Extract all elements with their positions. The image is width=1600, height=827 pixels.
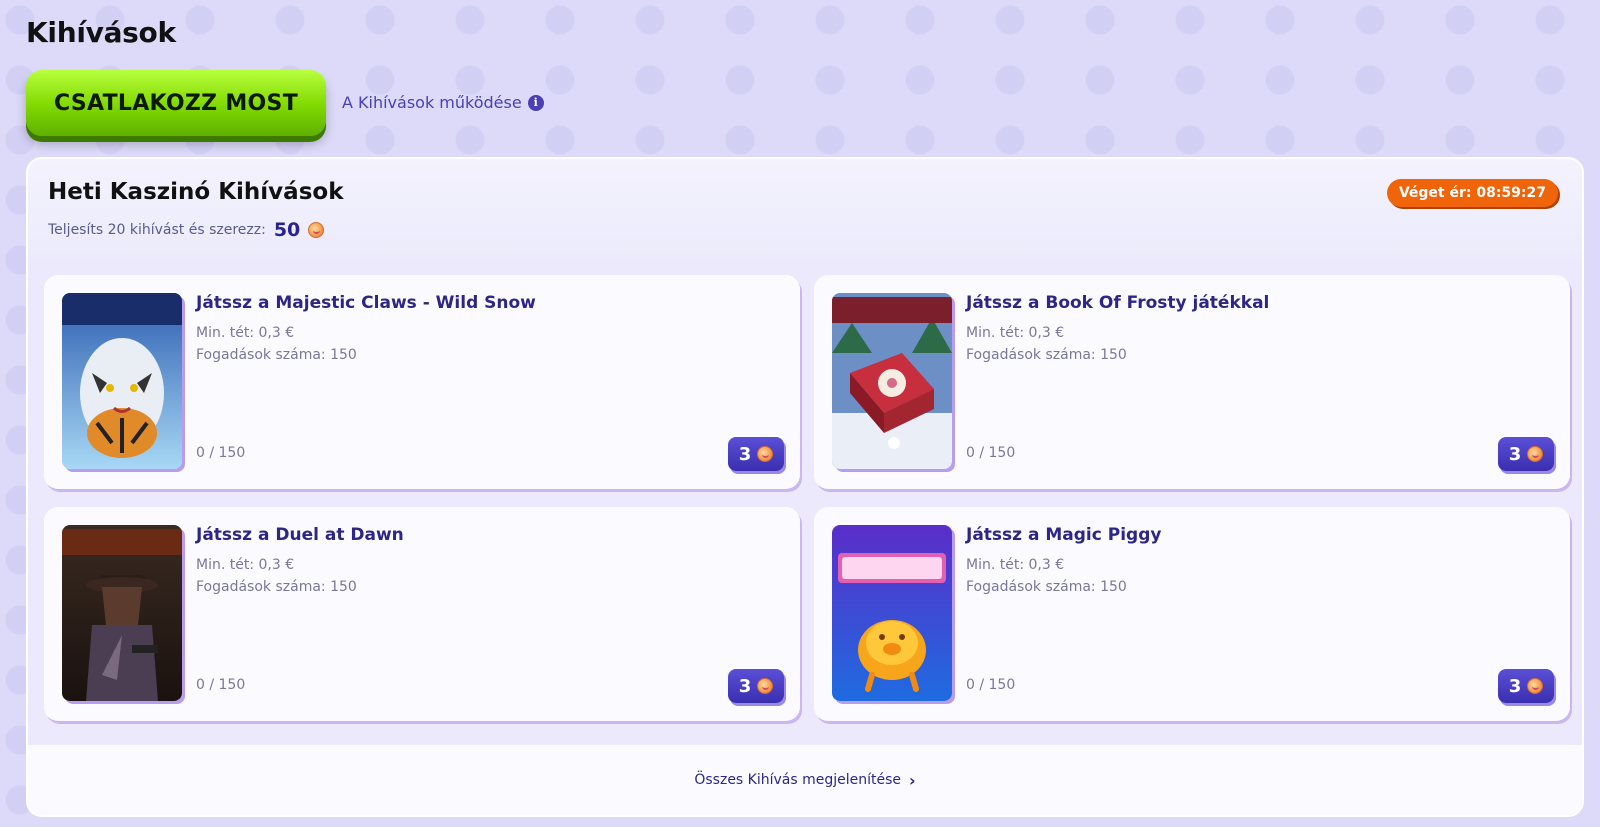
game-thumbnail[interactable] (62, 293, 182, 469)
join-now-button[interactable]: CSATLAKOZZ MOST (26, 70, 326, 136)
challenge-progress: 0 / 150 (196, 677, 246, 693)
challenge-card[interactable]: Játssz a Duel at Dawn Min. tét: 0,3 € Fo… (44, 507, 800, 721)
show-all-challenges-link[interactable]: Összes Kihívás megjelenítése › (694, 771, 915, 790)
min-bet: Min. tét: 0,3 € (966, 557, 1065, 573)
challenge-card[interactable]: Játssz a Magic Piggy Min. tét: 0,3 € Fog… (814, 507, 1570, 721)
min-bet: Min. tét: 0,3 € (196, 325, 295, 341)
info-icon: i (527, 94, 544, 111)
panel-title: Heti Kaszinó Kihívások (48, 179, 344, 205)
coin-icon (1527, 446, 1544, 462)
page-title: Kihívások (26, 16, 176, 49)
game-thumbnail[interactable] (832, 525, 952, 701)
weekly-challenges-panel: Heti Kaszinó Kihívások Véget ér: 08:59:2… (26, 157, 1584, 817)
bet-count: Fogadások száma: 150 (966, 347, 1127, 363)
coin-icon (757, 446, 774, 462)
reward-badge: 3 (728, 437, 784, 471)
challenge-title: Játssz a Duel at Dawn (196, 525, 404, 545)
panel-header (28, 159, 1582, 259)
reward-value: 3 (1508, 443, 1522, 465)
reward-badge: 3 (1498, 437, 1554, 471)
bet-count: Fogadások száma: 150 (966, 579, 1127, 595)
bet-count: Fogadások száma: 150 (196, 347, 357, 363)
reward-badge: 3 (728, 669, 784, 703)
panel-subtitle: Teljesíts 20 kihívást és szerezz: 50 (48, 219, 325, 241)
challenge-progress: 0 / 150 (196, 445, 246, 461)
challenge-title: Játssz a Magic Piggy (966, 525, 1162, 545)
min-bet: Min. tét: 0,3 € (196, 557, 295, 573)
challenge-card[interactable]: Játssz a Book Of Frosty játékkal Min. té… (814, 275, 1570, 489)
reward-value: 3 (738, 675, 752, 697)
game-thumbnail[interactable] (832, 293, 952, 469)
how-it-works-link[interactable]: A Kihívások működése i (342, 93, 544, 112)
show-all-label: Összes Kihívás megjelenítése (694, 772, 902, 788)
coin-icon (1527, 678, 1544, 694)
coin-icon (757, 678, 774, 694)
panel-footer: Összes Kihívás megjelenítése › (28, 745, 1582, 815)
challenge-progress: 0 / 150 (966, 445, 1016, 461)
reward-badge: 3 (1498, 669, 1554, 703)
challenge-title: Játssz a Majestic Claws - Wild Snow (196, 293, 536, 313)
reward-value: 3 (738, 443, 752, 465)
panel-subtitle-text: Teljesíts 20 kihívást és szerezz: (48, 222, 266, 238)
coin-icon (308, 222, 325, 238)
reward-value: 3 (1508, 675, 1522, 697)
game-thumbnail[interactable] (62, 525, 182, 701)
challenge-title: Játssz a Book Of Frosty játékkal (966, 293, 1270, 313)
challenge-card[interactable]: Játssz a Majestic Claws - Wild Snow Min.… (44, 275, 800, 489)
challenge-progress: 0 / 150 (966, 677, 1016, 693)
timer-badge: Véget ér: 08:59:27 (1386, 179, 1558, 207)
bet-count: Fogadások száma: 150 (196, 579, 357, 595)
min-bet: Min. tét: 0,3 € (966, 325, 1065, 341)
chevron-right-icon: › (909, 770, 916, 790)
how-it-works-label: A Kihívások működése (342, 93, 522, 112)
panel-reward-amount: 50 (273, 219, 301, 241)
